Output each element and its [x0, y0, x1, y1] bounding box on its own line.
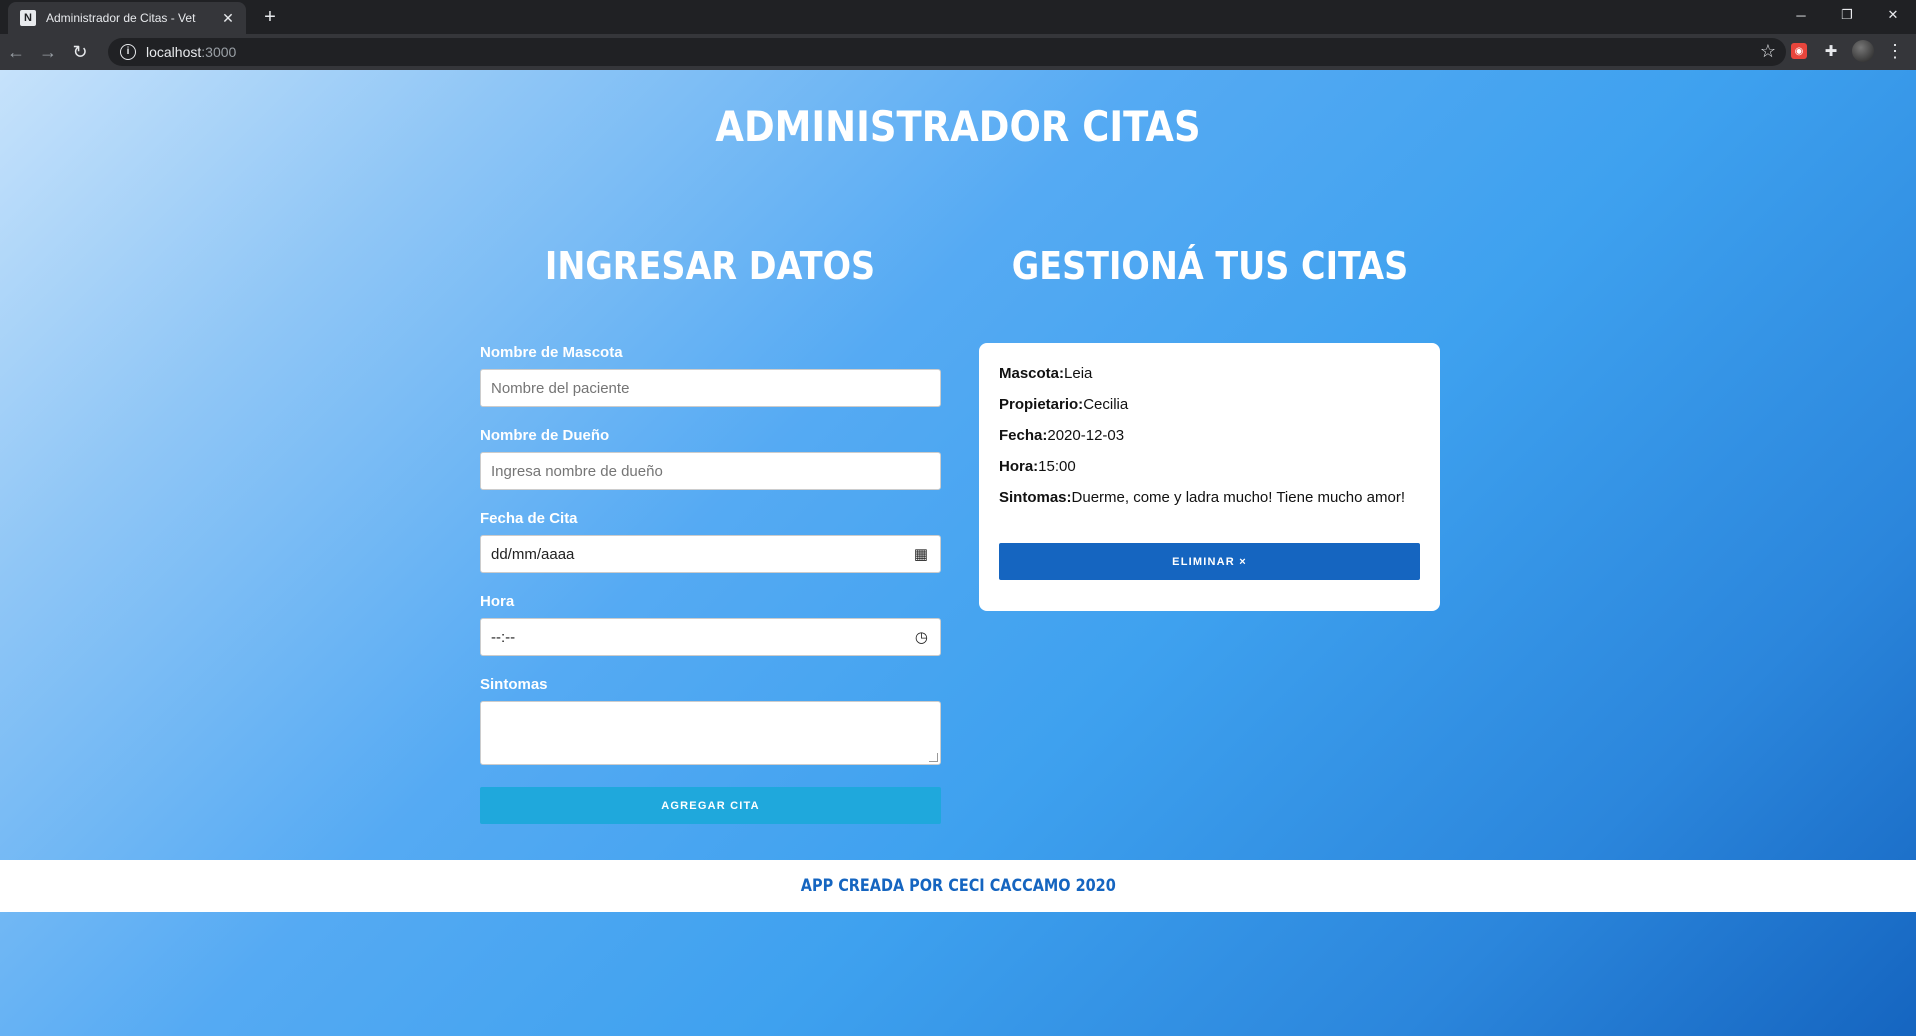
mascota-label: Nombre de Mascota	[480, 344, 623, 361]
hora-input[interactable]: --:-- ◷	[480, 618, 941, 656]
browser-tab[interactable]: N Administrador de Citas - Vet ✕	[8, 2, 246, 34]
cita-fecha: Fecha:2020-12-03	[999, 427, 1420, 444]
fecha-input[interactable]: dd/mm/aaaa ▦	[480, 535, 941, 573]
cita-fecha-label: Fecha:	[999, 427, 1048, 444]
cita-propietario-label: Propietario:	[999, 396, 1084, 413]
clock-icon[interactable]: ◷	[915, 628, 928, 646]
close-window-button[interactable]: ✕	[1870, 0, 1916, 30]
citas-heading: GESTIONÁ TUS CITAS	[1011, 244, 1409, 288]
dueno-input[interactable]: Ingresa nombre de dueño	[480, 452, 941, 490]
cita-mascota: Mascota:Leia	[999, 365, 1420, 382]
mascota-placeholder: Nombre del paciente	[491, 379, 630, 397]
cita-sintomas-value: Duerme, come y ladra mucho! Tiene mucho …	[1071, 489, 1405, 506]
fecha-label: Fecha de Cita	[480, 510, 578, 527]
browser-tab-bar: N Administrador de Citas - Vet ✕ + ─ ❐ ✕	[0, 0, 1916, 34]
cita-sintomas-label: Sintomas:	[999, 489, 1072, 506]
reload-icon[interactable]: ↻	[64, 36, 96, 68]
cita-propietario: Propietario:Cecilia	[999, 396, 1420, 413]
tab-close-icon[interactable]: ✕	[218, 10, 238, 27]
cita-hora-value: 15:00	[1038, 458, 1076, 475]
puzzle-icon[interactable]: ✚	[1818, 38, 1844, 64]
cita-card: Mascota:Leia Propietario:Cecilia Fecha:2…	[979, 343, 1440, 611]
url-host: localhost	[146, 44, 202, 60]
page-body: ADMINISTRADOR CITAS INGRESAR DATOS GESTI…	[0, 70, 1916, 1036]
new-tab-button[interactable]: +	[258, 5, 282, 29]
eliminar-button[interactable]: ELIMINAR ×	[999, 543, 1420, 580]
cita-form: Nombre de Mascota Nombre del paciente No…	[480, 344, 941, 824]
sintomas-label: Sintomas	[480, 676, 548, 693]
calendar-icon[interactable]: ▦	[914, 545, 928, 563]
mascota-input[interactable]: Nombre del paciente	[480, 369, 941, 407]
agregar-cita-button[interactable]: AGREGAR CITA	[480, 787, 941, 824]
forward-icon[interactable]: →	[32, 36, 64, 68]
sintomas-textarea[interactable]	[480, 701, 941, 765]
cita-mascota-label: Mascota:	[999, 365, 1065, 382]
favicon-icon: N	[20, 10, 36, 26]
dueno-placeholder: Ingresa nombre de dueño	[491, 462, 663, 480]
footer: APP CREADA POR CECI CACCAMO 2020	[0, 860, 1916, 912]
address-bar: ← → ↻ i localhost:3000 ☆ ◉ ✚ ⋮	[0, 34, 1916, 70]
site-info-icon[interactable]: i	[120, 44, 136, 60]
dueno-label: Nombre de Dueño	[480, 427, 610, 444]
extension-icon[interactable]: ◉	[1786, 38, 1812, 64]
back-icon[interactable]: ←	[0, 36, 32, 68]
menu-kebab-icon[interactable]: ⋮	[1882, 38, 1908, 64]
url-port: :3000	[201, 44, 237, 60]
footer-text: APP CREADA POR CECI CACCAMO 2020	[800, 876, 1116, 896]
tab-title: Administrador de Citas - Vet	[46, 11, 196, 25]
hora-label: Hora	[480, 593, 515, 610]
extensions-area: ◉ ✚ ⋮	[1786, 38, 1908, 64]
minimize-button[interactable]: ─	[1778, 0, 1824, 30]
page-title: ADMINISTRADOR CITAS	[715, 102, 1201, 151]
cita-mascota-value: Leia	[1064, 365, 1093, 382]
cita-hora-label: Hora:	[999, 458, 1039, 475]
fecha-value: dd/mm/aaaa	[491, 545, 575, 563]
resize-grip-icon[interactable]	[929, 753, 938, 762]
url-input[interactable]: i localhost:3000 ☆	[108, 38, 1786, 66]
cita-fecha-value: 2020-12-03	[1047, 427, 1125, 444]
cita-hora: Hora:15:00	[999, 458, 1420, 475]
cita-propietario-value: Cecilia	[1083, 396, 1129, 413]
window-controls: ─ ❐ ✕	[1778, 0, 1916, 30]
form-heading: INGRESAR DATOS	[544, 244, 876, 288]
hora-value: --:--	[491, 628, 516, 646]
bookmark-star-icon[interactable]: ☆	[1760, 41, 1776, 62]
profile-avatar[interactable]	[1850, 38, 1876, 64]
restore-button[interactable]: ❐	[1824, 0, 1870, 30]
cita-sintomas: Sintomas:Duerme, come y ladra mucho! Tie…	[999, 489, 1420, 506]
